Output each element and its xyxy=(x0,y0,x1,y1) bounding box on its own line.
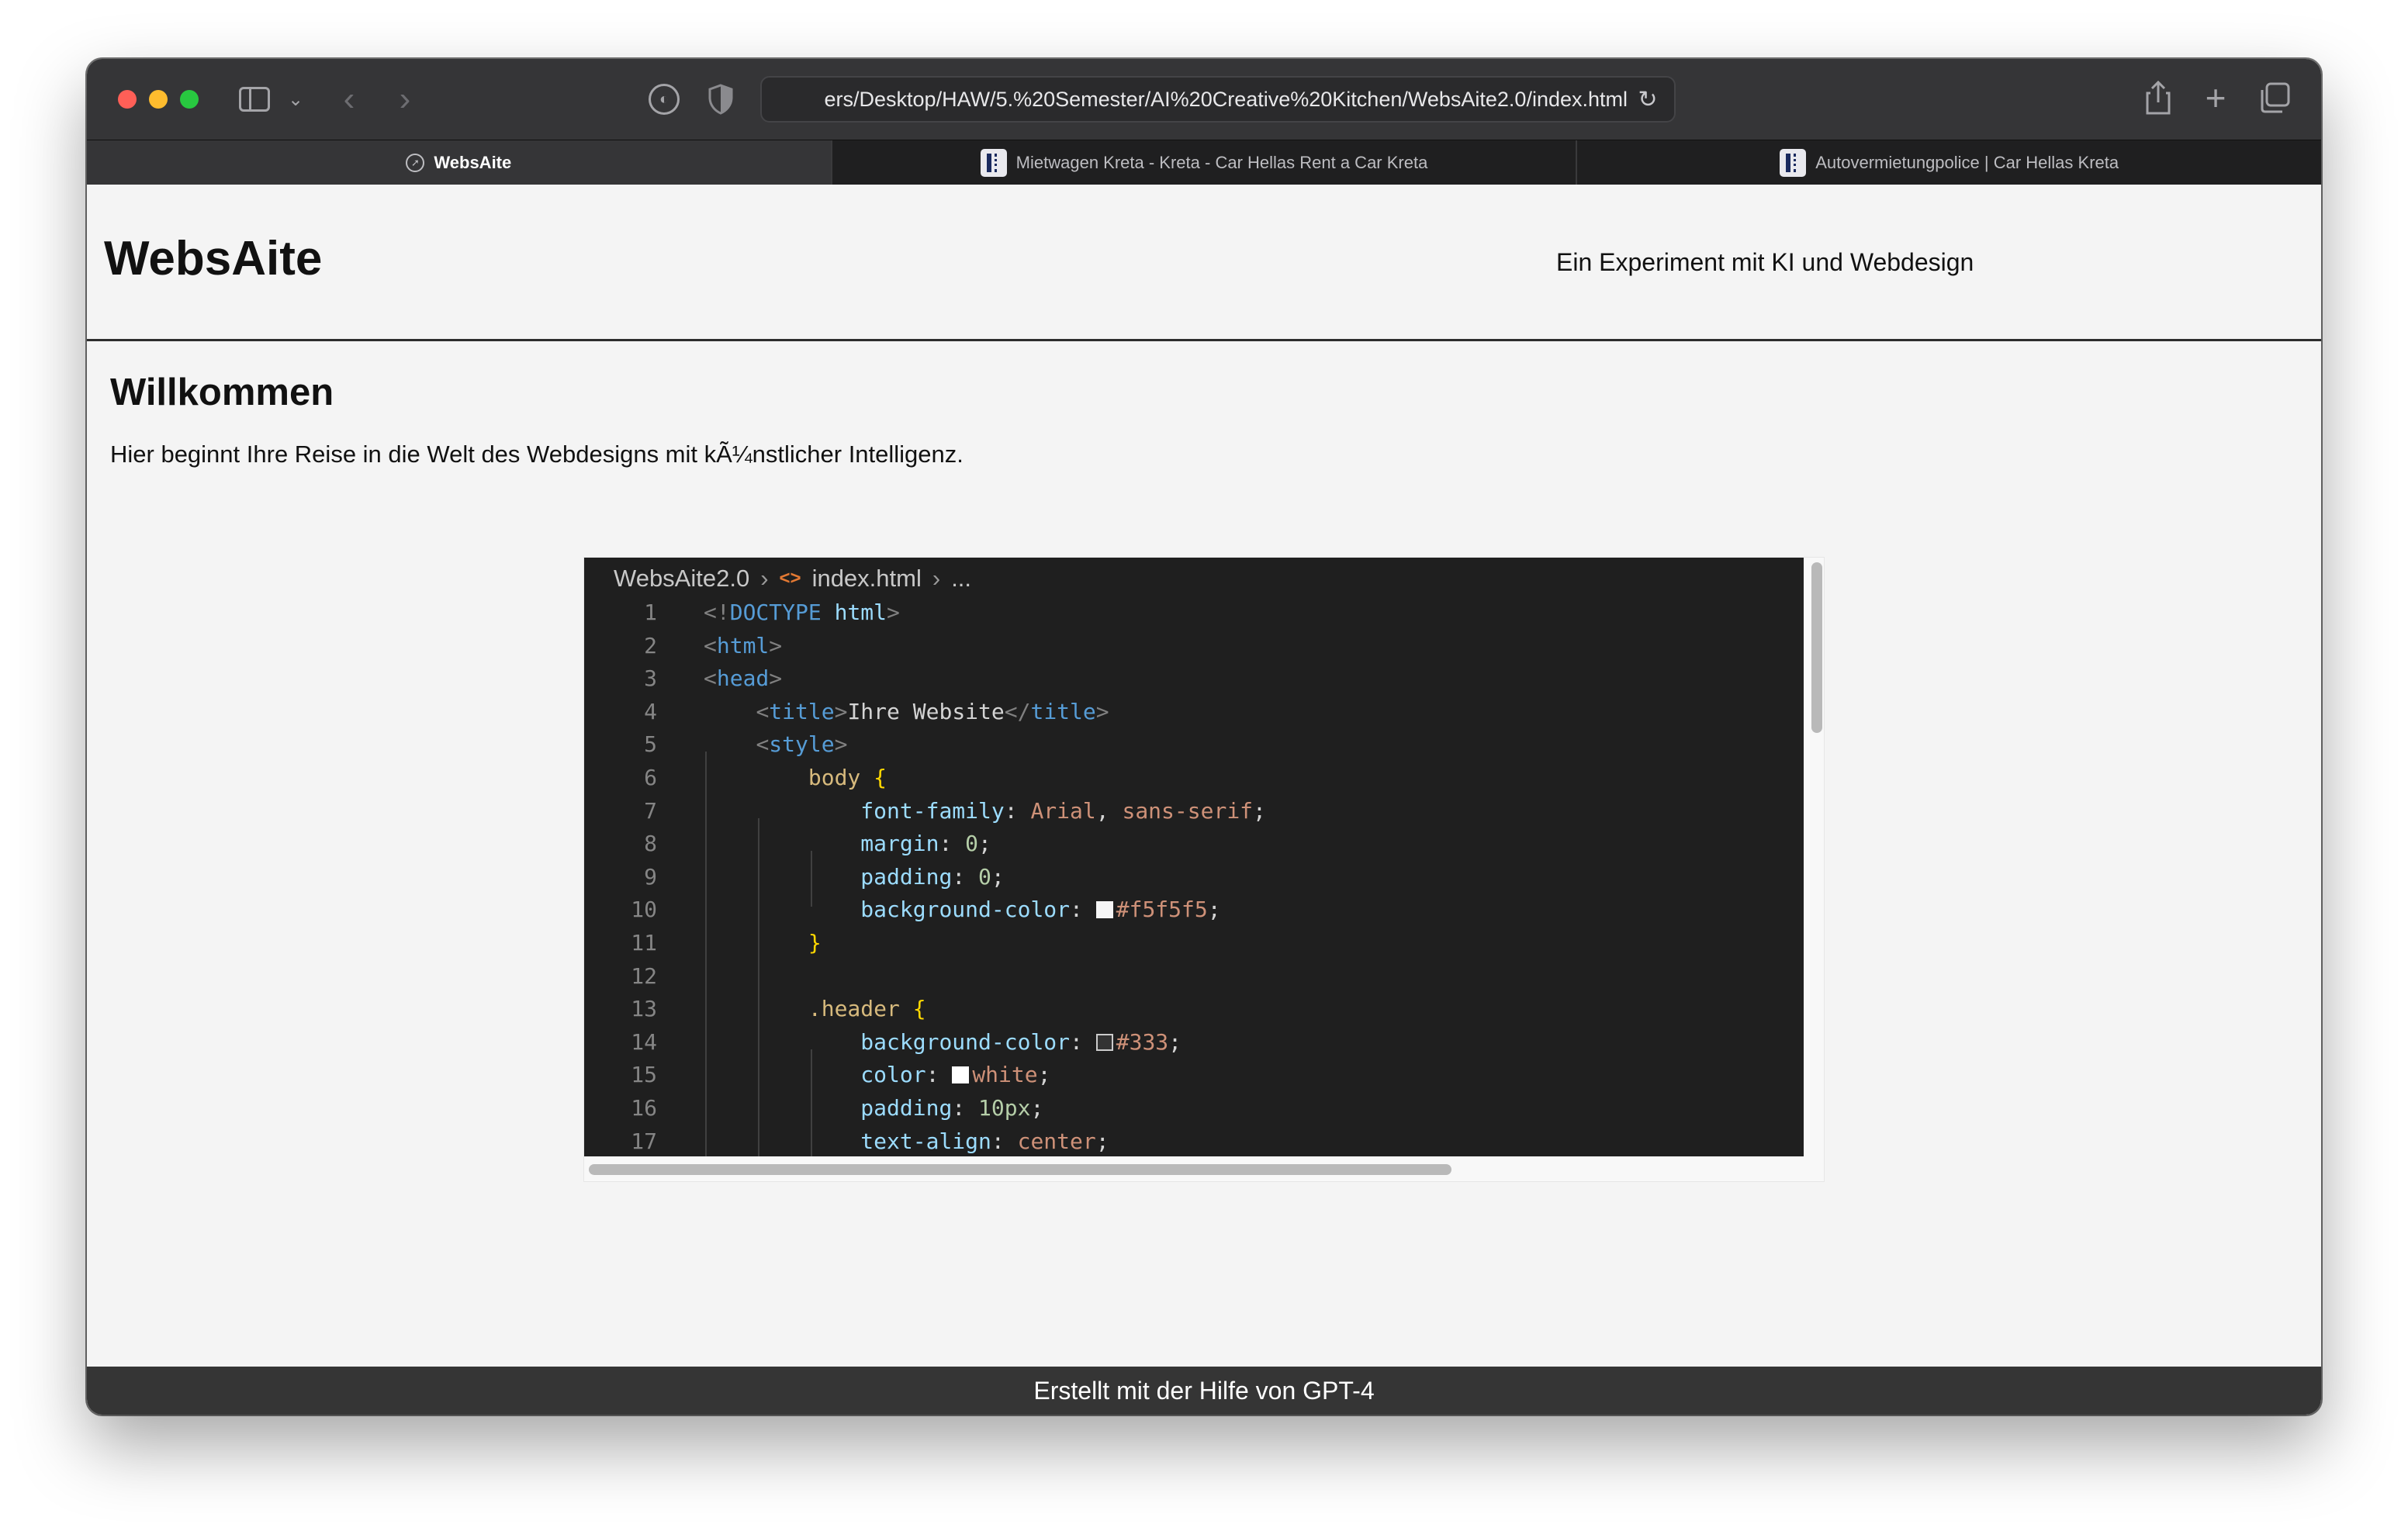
color-swatch xyxy=(952,1066,970,1084)
new-tab-icon[interactable]: + xyxy=(2202,78,2230,118)
tab-overview-icon[interactable] xyxy=(2259,82,2290,113)
code-line: 12 xyxy=(631,962,657,989)
code-line: 4 <title>Ihre Website</title> xyxy=(644,698,1109,724)
site-header: WebsAite Ein Experiment mit KI und Webde… xyxy=(87,185,2321,341)
browser-toolbar: ⌄ ‹ › ◐ ers/Desktop/HAW/5.%20Semester/AI… xyxy=(87,59,2321,140)
close-window-button[interactable] xyxy=(118,90,137,109)
footer-text: Erstellt mit der Hilfe von GPT-4 xyxy=(1033,1376,1375,1405)
code-line: 15 color: white; xyxy=(631,1062,1051,1088)
tab-autovermietungpolice[interactable]: Autovermietungpolice | Car Hellas Kreta xyxy=(1576,140,2321,185)
code-screenshot: WebsAite2.0 › <> index.html › ... 1 <!DOC… xyxy=(584,558,1804,1156)
breadcrumb-more: ... xyxy=(951,565,972,592)
share-icon[interactable] xyxy=(2144,79,2172,116)
site-title: WebsAite xyxy=(104,232,323,285)
code-line: 7 font-family: Arial, sans-serif; xyxy=(644,797,1266,824)
code-line: 10 background-color: #f5f5f5; xyxy=(631,897,1221,923)
code-line: 6 body { xyxy=(644,764,887,790)
compass-icon: ➚ xyxy=(406,154,425,172)
code-line: 14 background-color: #333; xyxy=(631,1028,1182,1055)
zoom-window-button[interactable] xyxy=(180,90,199,109)
breadcrumb-folder: WebsAite2.0 xyxy=(614,565,750,592)
editor-breadcrumb: WebsAite2.0 › <> index.html › ... xyxy=(614,562,971,595)
tab-mietwagen-kreta[interactable]: Mietwagen Kreta - Kreta - Car Hellas Ren… xyxy=(830,140,1576,185)
vertical-scrollbar[interactable] xyxy=(1811,562,1822,733)
tab-label: WebsAite xyxy=(434,153,512,172)
minimize-window-button[interactable] xyxy=(149,90,168,109)
code-line: 16 padding: 10px; xyxy=(631,1094,1044,1121)
forward-arrow-icon[interactable]: › xyxy=(389,80,420,118)
code-line: 1 <!DOCTYPE html> xyxy=(644,600,900,625)
color-swatch xyxy=(1095,901,1113,919)
site-tagline: Ein Experiment mit KI und Webdesign xyxy=(1556,248,1974,276)
chevron-right-icon: › xyxy=(932,565,941,592)
code-line: 9 padding: 0; xyxy=(644,863,1005,890)
code-line: 8 margin: 0; xyxy=(644,831,991,857)
tab-label: Autovermietungpolice | Car Hellas Kreta xyxy=(1815,153,2119,172)
car-hellas-icon xyxy=(1780,149,1807,177)
sidebar-toggle-icon[interactable] xyxy=(239,87,270,112)
chevron-down-icon[interactable]: ⌄ xyxy=(285,85,306,113)
color-swatch xyxy=(1095,1033,1113,1051)
code-line: 3 <head> xyxy=(644,665,783,692)
breadcrumb-file: index.html xyxy=(811,565,922,592)
code-line: 2 <html> xyxy=(644,632,783,658)
privacy-shield-icon[interactable] xyxy=(708,84,734,115)
code-screenshot-frame: WebsAite2.0 › <> index.html › ... 1 <!DOC… xyxy=(583,557,1825,1182)
code-lines: 1 <!DOCTYPE html> 2 <html> 3 <head> 4 <titl… xyxy=(584,596,1804,1156)
duckduckgo-extension-icon[interactable]: ◐ xyxy=(649,84,680,115)
code-line: 13 .header { xyxy=(631,996,926,1022)
site-footer: Erstellt mit der Hilfe von GPT-4 xyxy=(87,1367,2321,1415)
code-line: 5 <style> xyxy=(644,731,848,758)
reload-icon[interactable]: ↻ xyxy=(1634,85,1662,113)
tab-label: Mietwagen Kreta - Kreta - Car Hellas Ren… xyxy=(1015,153,1428,172)
horizontal-scrollbar[interactable] xyxy=(589,1164,1451,1175)
browser-window: ⌄ ‹ › ◐ ers/Desktop/HAW/5.%20Semester/AI… xyxy=(87,59,2321,1415)
code-line: 11 } xyxy=(631,929,822,956)
address-bar[interactable]: ers/Desktop/HAW/5.%20Semester/AI%20Creat… xyxy=(760,76,1676,123)
welcome-heading: Willkommen xyxy=(110,372,334,413)
html-file-icon: <> xyxy=(779,568,801,589)
url-text[interactable]: ers/Desktop/HAW/5.%20Semester/AI%20Creat… xyxy=(801,78,1628,121)
chevron-right-icon: › xyxy=(760,565,769,592)
tab-bar: ➚ WebsAite Mietwagen Kreta - Kreta - Car… xyxy=(87,140,2321,185)
tab-websaite[interactable]: ➚ WebsAite xyxy=(87,140,831,185)
code-line: 17 text-align: center; xyxy=(631,1128,1109,1154)
back-arrow-icon[interactable]: ‹ xyxy=(334,80,365,118)
web-page: WebsAite Ein Experiment mit KI und Webde… xyxy=(87,185,2321,1415)
welcome-text: Hier beginnt Ihre Reise in die Welt des … xyxy=(110,441,964,468)
car-hellas-icon xyxy=(980,149,1007,177)
